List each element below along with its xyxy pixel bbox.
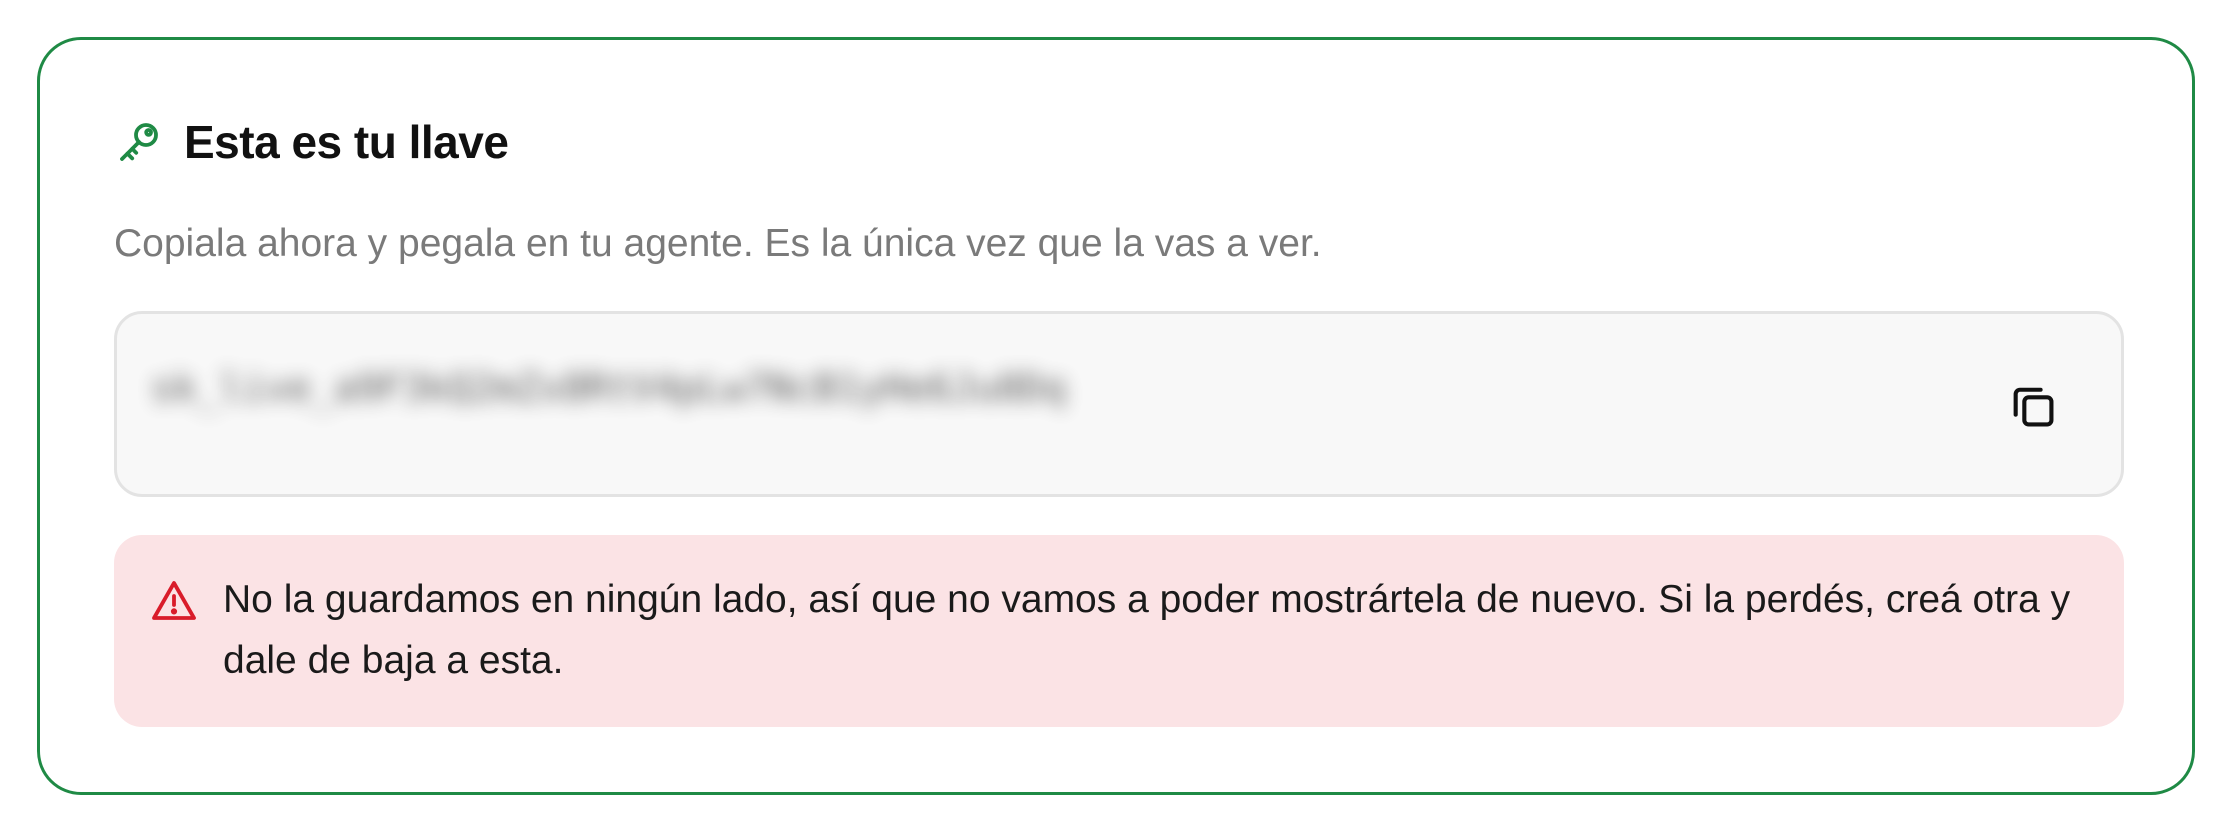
api-key-value[interactable]: sk_live_a9F3kQ2mZx8RtV4pLw7NcB1yHe6Ju0Dq — [151, 366, 1066, 410]
api-key-field[interactable]: sk_live_a9F3kQ2mZx8RtV4pLw7NcB1yHe6Ju0Dq — [114, 311, 2124, 497]
card-title: Esta es tu llave — [184, 116, 509, 168]
key-icon — [114, 117, 164, 167]
copy-icon — [2013, 387, 2054, 427]
card-subtitle: Copiala ahora y pegala en tu agente. Es … — [114, 222, 1322, 265]
warning-triangle-icon — [150, 577, 198, 625]
warning-text: No la guardamos en ningún lado, así que … — [223, 578, 2071, 682]
copy-button[interactable] — [2005, 378, 2061, 434]
api-key-card: Esta es tu llave Copiala ahora y pegala … — [37, 37, 2195, 795]
card-header: Esta es tu llave — [114, 112, 509, 172]
warning-banner: No la guardamos en ningún lado, así que … — [114, 535, 2124, 727]
